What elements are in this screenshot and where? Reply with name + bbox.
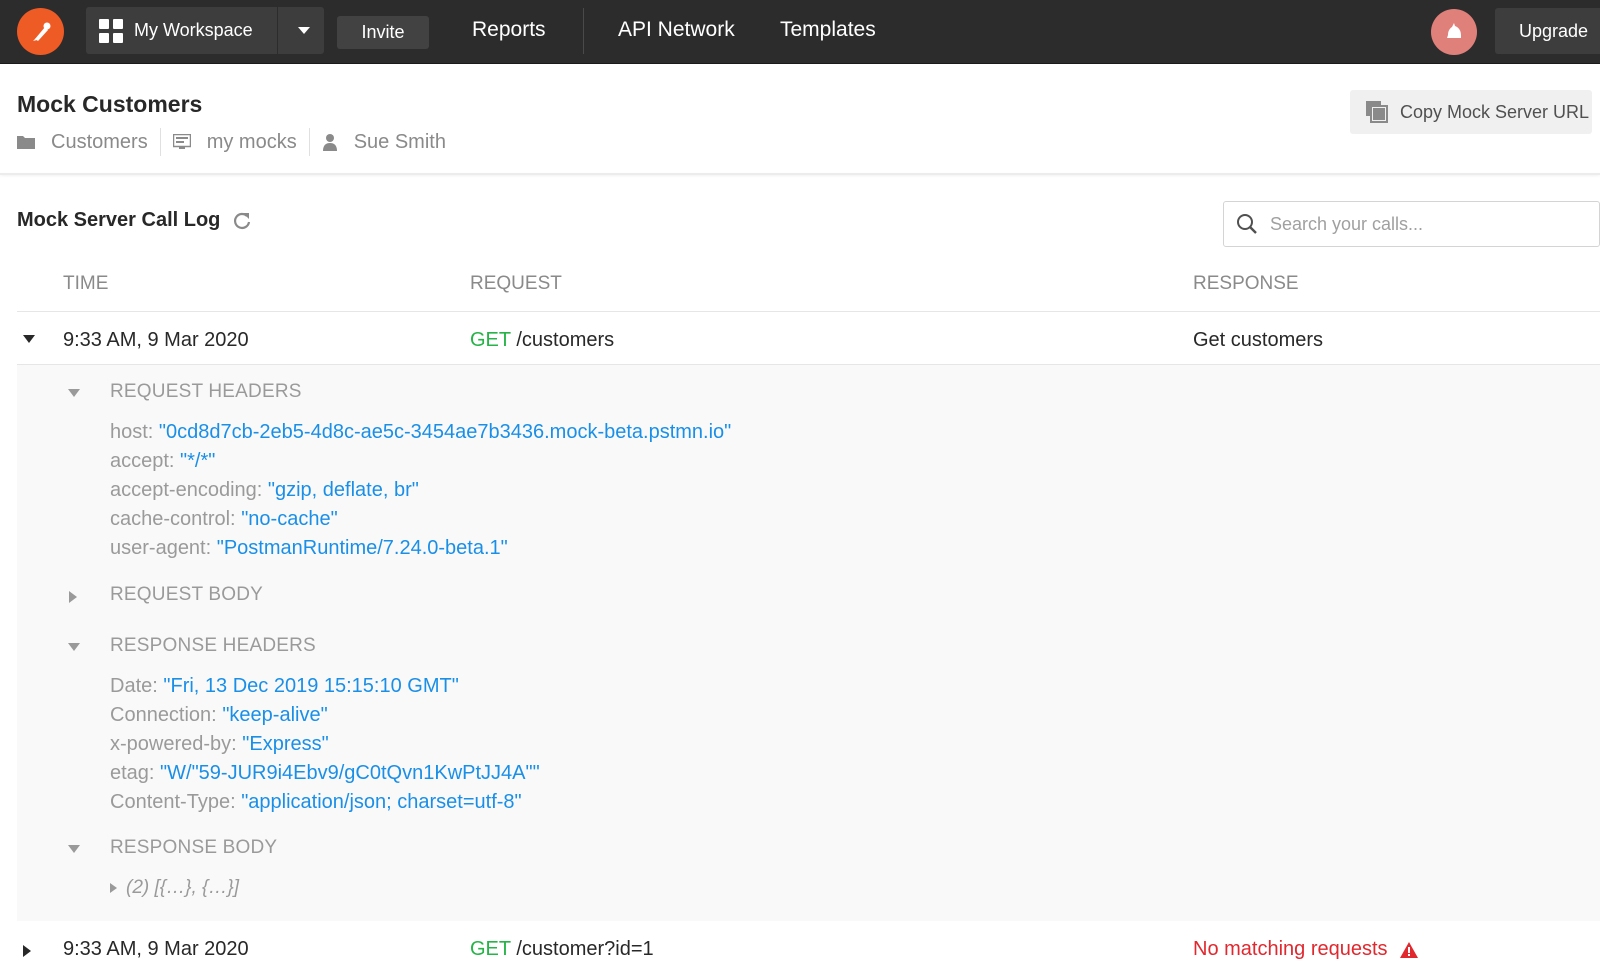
column-header-time: TIME — [63, 273, 109, 294]
avatar-icon[interactable] — [1431, 9, 1477, 55]
meta-environment[interactable]: my mocks — [172, 130, 297, 154]
meta-owner-label: Sue Smith — [353, 130, 446, 153]
header-row: accept: "*/*" — [110, 450, 215, 473]
header-row: Date: "Fri, 13 Dec 2019 15:15:10 GMT" — [110, 675, 459, 698]
column-header-response: RESPONSE — [1193, 273, 1299, 294]
header-row: etag: "W/"59-JUR9i4Ebv9/gC0tQvn1KwPtJJ4A… — [110, 762, 540, 785]
header-value: "0cd8d7cb-2eb5-4d8c-ae5c-3454ae7b3436.mo… — [158, 421, 732, 443]
header-key: Date: — [110, 675, 158, 697]
row-path: /customers — [516, 329, 615, 351]
warning-icon — [1399, 941, 1418, 958]
row-path: /customer?id=1 — [516, 938, 654, 960]
response-body-title[interactable]: RESPONSE BODY — [110, 837, 277, 859]
expand-body-array-icon[interactable] — [110, 883, 117, 893]
chevron-down-icon[interactable] — [298, 27, 310, 34]
header-key: x-powered-by: — [110, 733, 237, 755]
row-time: 9:33 AM, 9 Mar 2020 — [63, 329, 249, 351]
nav-reports[interactable]: Reports — [472, 18, 546, 42]
header-key: host: — [110, 421, 154, 443]
workspace-switcher[interactable]: My Workspace — [86, 7, 324, 54]
meta-divider — [159, 128, 161, 156]
column-header-request: REQUEST — [470, 273, 562, 294]
meta-collection-label: Customers — [51, 130, 148, 153]
header-value: "Fri, 13 Dec 2019 15:15:10 GMT" — [163, 675, 459, 697]
call-log-title: Mock Server Call Log — [17, 209, 252, 232]
header-row: cache-control: "no-cache" — [110, 508, 338, 531]
search-calls-input[interactable] — [1270, 213, 1570, 235]
refresh-icon[interactable] — [232, 211, 252, 231]
copy-icon — [1366, 101, 1388, 123]
collapse-response-body-icon[interactable] — [68, 845, 80, 853]
call-log-title-text: Mock Server Call Log — [17, 209, 221, 231]
header-value: "*/*" — [180, 450, 216, 472]
row-method: GET — [470, 938, 511, 960]
workspace-label: My Workspace — [134, 20, 253, 40]
nav-divider — [583, 8, 584, 54]
header-key: etag: — [110, 762, 155, 784]
mock-meta: Customers my mocks Sue Smith — [17, 127, 446, 157]
header-row: Content-Type: "application/json; charset… — [110, 791, 522, 814]
header-row: user-agent: "PostmanRuntime/7.24.0-beta.… — [110, 537, 508, 560]
row-request: GET /customer?id=1 — [470, 938, 654, 961]
header-key: accept-encoding: — [110, 479, 263, 501]
header-value: "application/json; charset=utf-8" — [241, 791, 522, 813]
collapse-row-icon[interactable] — [23, 335, 35, 343]
row-response: Get customers — [1193, 329, 1324, 351]
copy-mock-url-button[interactable]: Copy Mock Server URL — [1350, 90, 1592, 134]
header-row: Connection: "keep-alive" — [110, 704, 328, 727]
search-icon — [1237, 214, 1257, 234]
expand-row-icon[interactable] — [23, 945, 31, 957]
meta-divider — [308, 128, 310, 156]
page-title: Mock Customers — [17, 91, 203, 117]
collapse-request-headers-icon[interactable] — [68, 389, 80, 397]
header-key: user-agent: — [110, 537, 212, 559]
header-key: cache-control: — [110, 508, 236, 530]
request-headers-title[interactable]: REQUEST HEADERS — [110, 381, 302, 403]
workspace-divider — [277, 7, 278, 54]
row-request: GET /customers — [470, 329, 614, 352]
upgrade-button[interactable]: Upgrade — [1495, 8, 1600, 54]
user-icon — [322, 134, 337, 151]
meta-environment-label: my mocks — [206, 130, 297, 153]
header-row: x-powered-by: "Express" — [110, 733, 329, 756]
header-value: "gzip, deflate, br" — [267, 479, 419, 501]
nav-templates[interactable]: Templates — [780, 18, 876, 42]
row-response-error: No matching requests — [1193, 938, 1418, 961]
meta-owner: Sue Smith — [322, 131, 446, 154]
header-value: "Express" — [242, 733, 329, 755]
header-key: accept: — [110, 450, 175, 472]
copy-mock-url-label: Copy Mock Server URL — [1400, 101, 1590, 122]
header-value: "W/"59-JUR9i4Ebv9/gC0tQvn1KwPtJJ4A"" — [160, 762, 540, 784]
response-body-preview[interactable]: (2) [{…}, {…}] — [126, 877, 239, 899]
header-value: "keep-alive" — [222, 704, 328, 726]
folder-icon — [17, 136, 35, 149]
response-headers-title[interactable]: RESPONSE HEADERS — [110, 635, 316, 657]
table-header-divider — [17, 311, 1600, 312]
header-key: Connection: — [110, 704, 217, 726]
row-response: No matching requests — [1193, 938, 1388, 960]
header-key: Content-Type: — [110, 791, 236, 813]
request-body-title[interactable]: REQUEST BODY — [110, 584, 263, 606]
row-method: GET — [470, 329, 511, 351]
expand-request-body-icon[interactable] — [69, 591, 77, 603]
postman-logo-icon[interactable] — [17, 8, 64, 55]
search-calls-field[interactable] — [1223, 201, 1600, 247]
header-value: "PostmanRuntime/7.24.0-beta.1" — [216, 537, 508, 559]
nav-api-network[interactable]: API Network — [618, 18, 735, 42]
row-time: 9:33 AM, 9 Mar 2020 — [63, 938, 249, 960]
invite-button[interactable]: Invite — [337, 16, 429, 49]
header-row: accept-encoding: "gzip, deflate, br" — [110, 479, 419, 502]
header-row: host: "0cd8d7cb-2eb5-4d8c-ae5c-3454ae7b3… — [110, 421, 731, 444]
meta-collection[interactable]: Customers — [17, 131, 148, 154]
grid-icon — [99, 18, 123, 43]
environment-icon — [172, 134, 191, 149]
top-nav-bar: My Workspace Invite Reports API Network … — [0, 0, 1600, 64]
collapse-response-headers-icon[interactable] — [68, 643, 80, 651]
header-value: "no-cache" — [241, 508, 338, 530]
header-divider — [0, 173, 1600, 175]
